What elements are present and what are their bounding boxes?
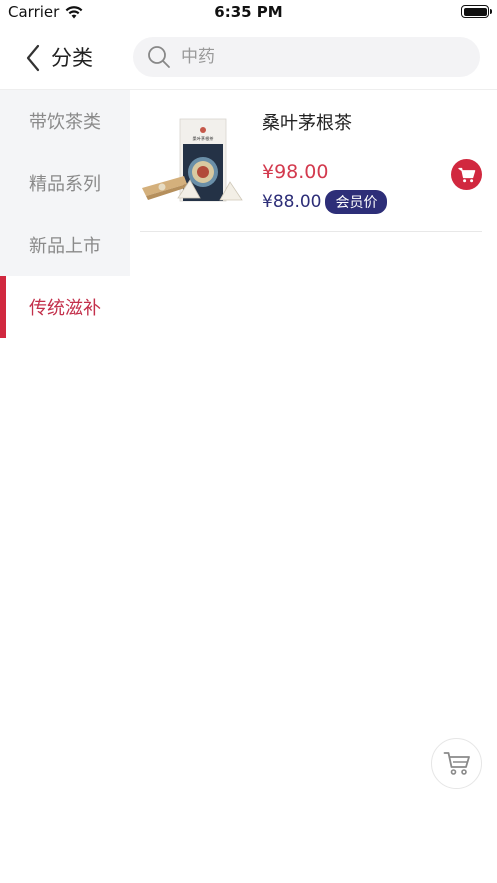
sidebar-item-premium-series[interactable]: 精品系列 [0,152,130,214]
package-label-text: 桑叶茅根茶 [193,135,215,142]
add-to-cart-button[interactable] [451,159,482,190]
sidebar-item-new-arrivals[interactable]: 新品上市 [0,214,130,276]
cart-icon [443,752,470,775]
product-name: 桑叶茅根茶 [262,113,352,134]
search-icon [148,46,170,68]
sidebar-item-label: 精品系列 [29,174,101,195]
sidebar-item-tea-drinks[interactable]: 带饮茶类 [0,90,130,152]
page-title: 分类 [51,46,93,70]
back-button[interactable] [16,40,50,76]
sidebar-item-traditional-tonics[interactable]: 传统滋补 [0,276,130,338]
clock: 6:35 PM [214,3,283,21]
sidebar-item-label: 带饮茶类 [29,112,101,133]
floating-cart-button[interactable] [431,738,482,789]
member-badge: 会员价 [325,190,388,214]
search-input[interactable] [181,47,461,67]
category-sidebar: 带饮茶类 精品系列 新品上市 传统滋补 [0,90,130,338]
search-bar[interactable] [133,37,480,77]
sidebar-item-label: 传统滋补 [29,298,101,319]
product-price: ¥98.00 [262,161,329,183]
member-price-row: ¥88.00 会员价 [262,190,388,214]
member-price: ¥88.00 [262,192,322,212]
battery-icon [461,5,492,18]
cart-icon [457,167,475,182]
product-list: 桑叶茅根茶 桑叶茅根茶 ¥98.00 ¥88.00 会员价 [140,90,482,232]
product-card[interactable]: 桑叶茅根茶 桑叶茅根茶 ¥98.00 ¥88.00 会员价 [140,90,482,232]
chevron-left-icon [26,44,40,72]
sidebar-item-label: 新品上市 [29,236,101,257]
product-image: 桑叶茅根茶 [142,118,243,202]
status-bar: Carrier 6:35 PM [0,0,497,26]
nav-bar: 分类 [0,26,497,90]
